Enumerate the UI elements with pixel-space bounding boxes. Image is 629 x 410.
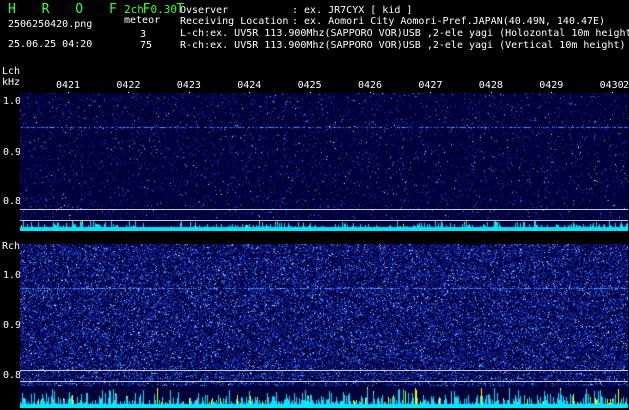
- location-label: Receiving Location: [180, 16, 289, 27]
- observer-value: : ex. JR7CYX [ kid ]: [292, 5, 413, 16]
- observer-label: Ovserver: [180, 5, 229, 16]
- time-tick: 0430: [599, 80, 624, 91]
- lch-unit-label: kHz: [2, 77, 21, 88]
- time-tick: 0422: [116, 80, 141, 91]
- hroft-window: H R O F F T 2ch 0.30 2506250420.png mete…: [0, 0, 629, 410]
- lch-reference-line-lower: [20, 220, 628, 221]
- time-tick: 0427: [418, 80, 443, 91]
- lch-tick-1-0: 1.0: [3, 96, 22, 107]
- rch-reference-line-lower: [20, 381, 628, 382]
- lch-waterfall: [20, 93, 628, 231]
- lch-tick-0-8: 0.8: [3, 196, 22, 207]
- rch-axis-label: Rch: [2, 241, 21, 252]
- rch-tick-0-8: 0.8: [3, 370, 22, 381]
- lch-tick-0-9: 0.9: [3, 147, 22, 158]
- rch-reference-line-upper: [20, 370, 628, 371]
- rch-tick-1-0: 1.0: [3, 270, 22, 281]
- time-tick: 0428: [478, 80, 503, 91]
- app-version: 2ch 0.30: [124, 3, 177, 16]
- time-tick: 0425: [297, 80, 322, 91]
- lch-receiver-info: L-ch:ex. UV5R 113.900Mhz(SAPPORO VOR)USB…: [180, 28, 629, 39]
- observation-datetime: 25.06.25 04:20: [8, 39, 93, 50]
- lch-reference-line-upper: [20, 209, 628, 210]
- lch-meteor-count: 3: [140, 29, 147, 40]
- rch-tick-0-9: 0.9: [3, 320, 22, 331]
- location-value: : ex. Aomori City Aomori-Pref.JAPAN(40.4…: [292, 16, 606, 27]
- rch-meteor-count: 75: [140, 40, 153, 51]
- time-tick: 0424: [237, 80, 262, 91]
- rch-receiver-info: R-ch:ex. UV5R 113.900Mhz(SAPPORO VOR)USB…: [180, 40, 626, 51]
- rch-waterfall: [20, 244, 628, 408]
- meteor-label: meteor: [124, 15, 161, 26]
- time-tick: 2: [623, 80, 629, 91]
- image-filename: 2506250420.png: [8, 19, 93, 30]
- time-tick: 0426: [358, 80, 383, 91]
- time-tick: 0421: [56, 80, 81, 91]
- time-tick: 0429: [539, 80, 564, 91]
- time-tick: 0423: [176, 80, 201, 91]
- lch-axis-label: Lch: [2, 66, 21, 77]
